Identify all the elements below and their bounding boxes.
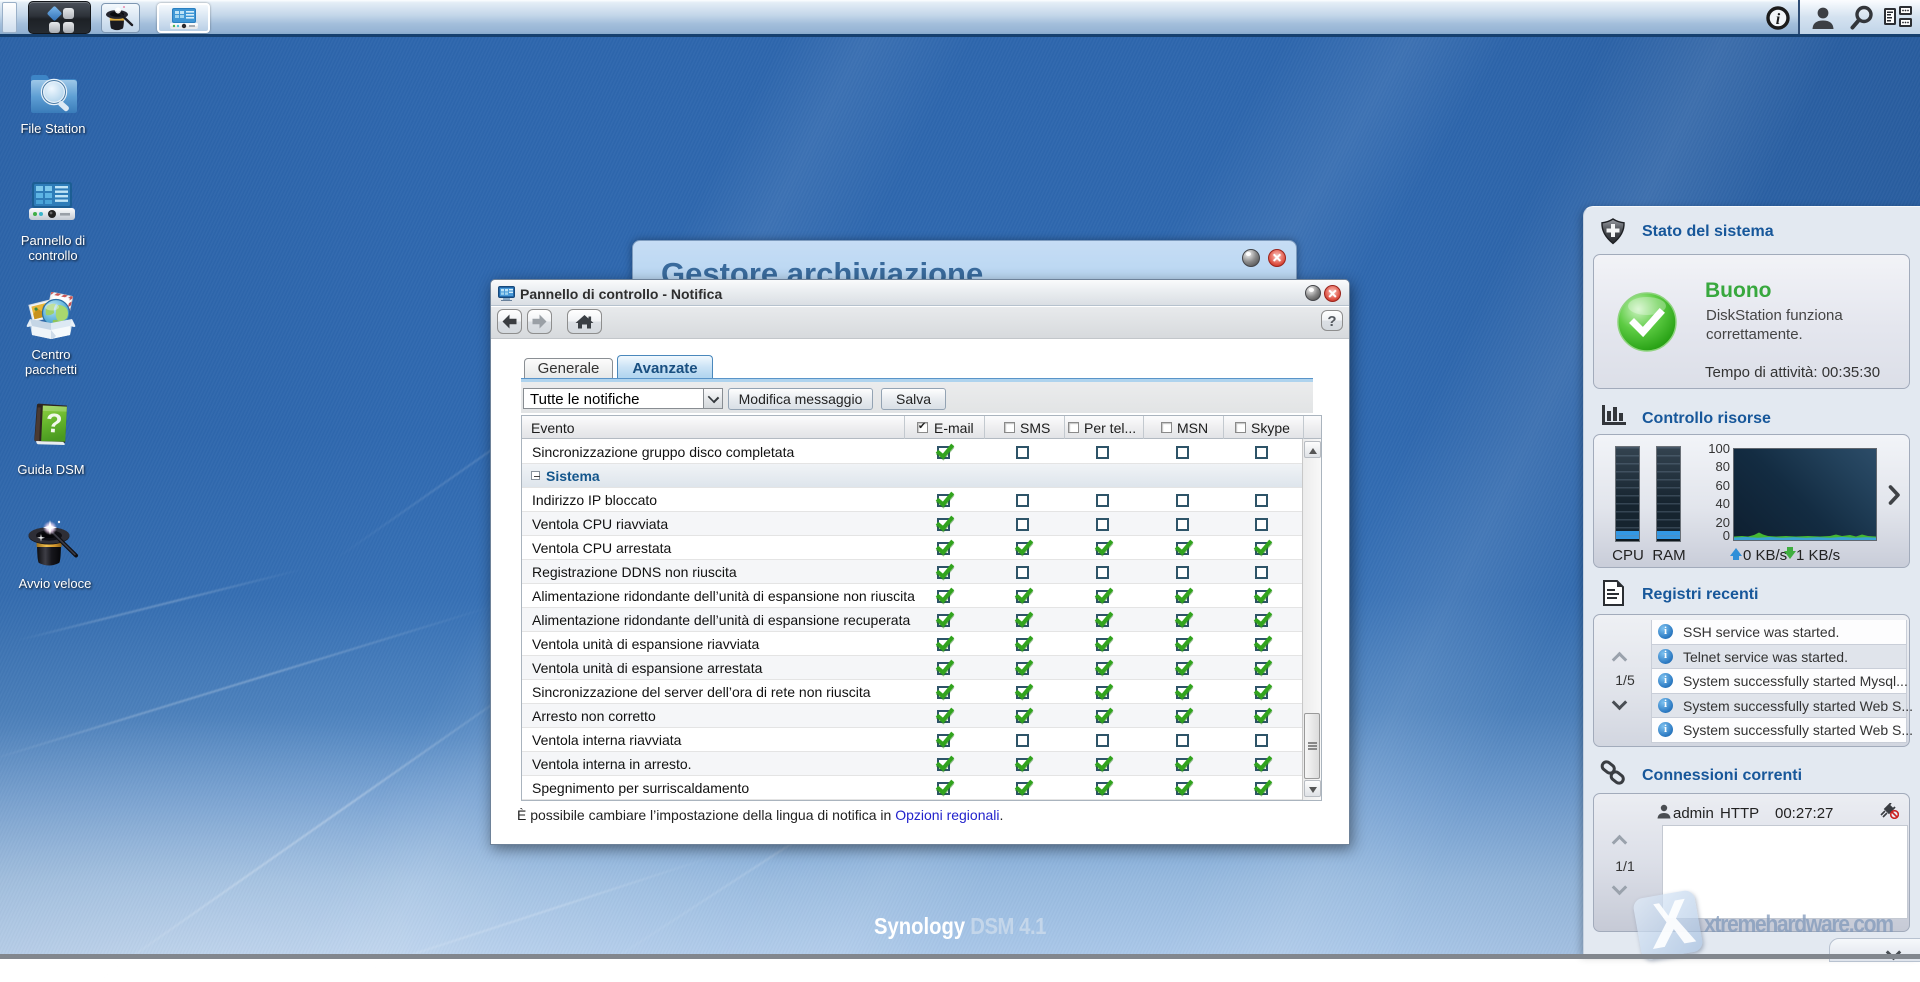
svg-text:?: ? xyxy=(45,408,64,439)
svg-text:i: i xyxy=(1776,11,1781,28)
